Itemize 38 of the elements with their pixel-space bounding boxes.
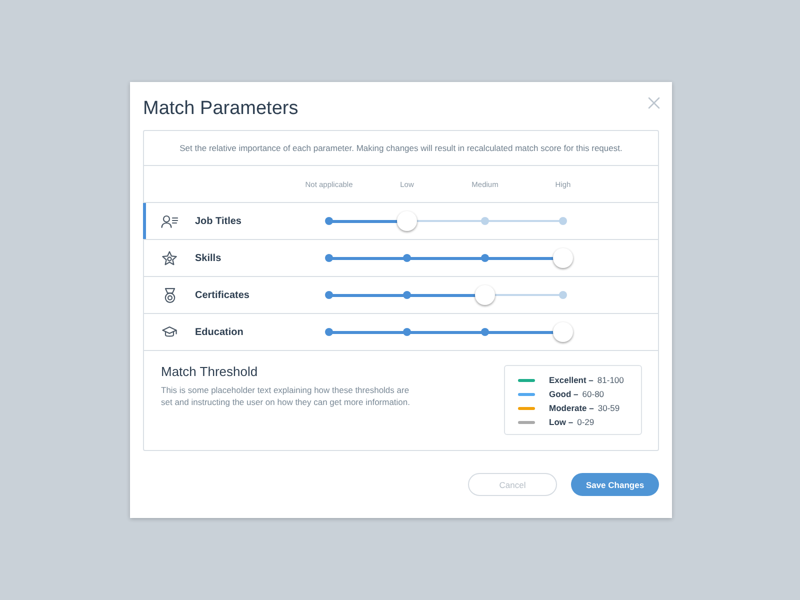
legend-range: 60-80 xyxy=(582,389,604,399)
slider-stop-icon xyxy=(325,328,333,336)
parameter-name: Education xyxy=(195,326,244,338)
legend-label: Excellent – xyxy=(549,375,594,385)
legend-range: 81-100 xyxy=(597,375,624,385)
medal-icon xyxy=(164,288,176,302)
legend-range: 0-29 xyxy=(577,417,594,427)
slider-stop-icon xyxy=(325,217,333,225)
section-title: Match Threshold xyxy=(161,363,259,381)
slider-thumb[interactable] xyxy=(396,211,417,231)
dialog-title: Match Parameters xyxy=(143,97,298,121)
slider-stop-icon xyxy=(480,328,489,336)
legend-label: Low – xyxy=(549,417,574,427)
slider-thumb[interactable] xyxy=(553,322,573,342)
instruction-text: Set the relative importance of each parameter. Making changes will result in recalculated match score for this request. xyxy=(180,143,622,153)
slider-thumb[interactable] xyxy=(553,248,573,268)
section-description: This is some placeholder text explaining how these thresholds are set and instructing the user on how they can get more information. xyxy=(161,384,411,408)
slider-stop-icon xyxy=(402,291,411,299)
person-lines-icon xyxy=(161,214,178,228)
legend-label: Good – xyxy=(549,389,578,399)
slider-stop-icon xyxy=(559,217,567,225)
slider-stop-icon xyxy=(480,254,489,262)
legend-range: 30-59 xyxy=(598,403,620,413)
close-icon[interactable] xyxy=(648,97,660,109)
slider-stop-icon xyxy=(325,291,333,299)
slider-stop-icon xyxy=(402,328,411,336)
slider-stop-icon xyxy=(325,254,333,262)
slider-stop-icon xyxy=(559,291,567,299)
slider-stop-icon xyxy=(480,217,489,225)
slider-stop-icon xyxy=(402,254,411,262)
parameter-name: Job Titles xyxy=(195,216,242,226)
slider-thumb[interactable] xyxy=(475,285,496,305)
parameter-name: Certificates xyxy=(195,290,250,300)
parameter-row[interactable]: Job Titles xyxy=(144,203,658,240)
graduation-cap-icon xyxy=(162,326,177,338)
legend-label: Moderate – xyxy=(549,403,594,413)
star-icon xyxy=(162,250,177,266)
parameter-name: Skills xyxy=(195,252,222,264)
